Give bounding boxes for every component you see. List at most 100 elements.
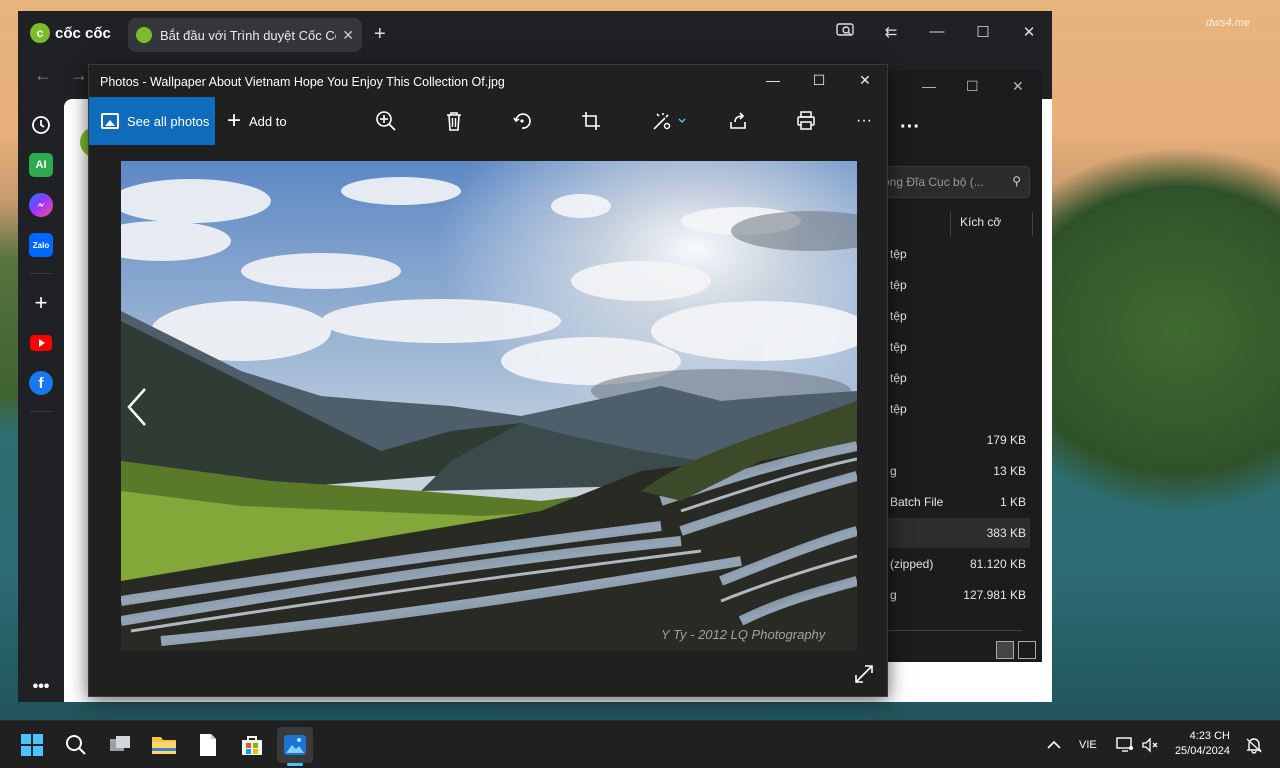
rotate-icon[interactable]	[508, 107, 536, 135]
youtube-icon[interactable]	[29, 331, 53, 355]
explorer-maximize-icon[interactable]: ☐	[966, 78, 979, 95]
details-view-icon[interactable]	[996, 641, 1014, 659]
file-row[interactable]: tệp	[870, 270, 1030, 300]
file-row[interactable]: g 127.981 KB	[870, 580, 1030, 610]
microsoft-store-icon[interactable]	[234, 727, 270, 763]
clock-time: 4:23 CH	[1189, 730, 1230, 742]
coccoc-logo-icon: c	[30, 23, 50, 43]
photos-maximize-icon[interactable]: ☐	[804, 72, 834, 89]
photos-window: Photos - Wallpaper About Vietnam Hope Yo…	[88, 64, 888, 697]
file-row[interactable]: tệp	[870, 301, 1030, 331]
file-type: Batch File	[890, 495, 944, 509]
explorer-more-icon[interactable]: ···	[900, 116, 920, 139]
system-clock[interactable]: 4:23 CH 25/04/2024	[1170, 729, 1230, 759]
explorer-close-icon[interactable]: ✕	[1012, 78, 1024, 95]
active-app-indicator	[287, 763, 303, 766]
explorer-divider	[872, 630, 1022, 631]
facebook-icon[interactable]: f	[29, 371, 53, 395]
share-icon[interactable]	[724, 107, 752, 135]
back-arrow-icon[interactable]: ←	[34, 65, 52, 86]
photos-minimize-icon[interactable]: —	[758, 72, 788, 88]
file-type: (zipped)	[890, 557, 934, 571]
zoom-in-icon[interactable]	[372, 107, 400, 135]
file-size: 383 KB	[986, 526, 1026, 540]
file-row-selected[interactable]: 383 KB	[870, 518, 1030, 548]
file-size: 1 KB	[999, 495, 1026, 509]
browser-tabbar: c cốc cốc Bắt đầu với Trình duyệt Cốc Cố…	[18, 11, 1052, 57]
file-row[interactable]: tệp	[870, 363, 1030, 393]
ai-assistant-icon[interactable]: AI	[29, 153, 53, 177]
sidebar-toggle-icon[interactable]: ⇇	[876, 23, 906, 41]
search-icon[interactable]	[58, 727, 94, 763]
previous-photo-arrow-icon[interactable]	[125, 385, 151, 429]
crop-icon[interactable]	[577, 107, 605, 135]
file-row[interactable]: g 13 KB	[870, 456, 1030, 486]
windows-taskbar: VIE 4:23 CH 25/04/2024	[0, 720, 1280, 768]
file-size: 13 KB	[993, 464, 1026, 478]
photos-close-icon[interactable]: ✕	[850, 72, 880, 89]
column-divider[interactable]	[950, 212, 951, 236]
more-options-icon[interactable]: ···	[850, 107, 878, 135]
notepad-taskbar-icon[interactable]	[190, 727, 226, 763]
file-size: 127.981 KB	[963, 588, 1026, 602]
file-size: 81.120 KB	[969, 557, 1026, 571]
add-sidebar-app-icon[interactable]: +	[29, 290, 53, 315]
file-explorer-taskbar-icon[interactable]	[146, 727, 182, 763]
new-tab-button[interactable]: +	[374, 23, 386, 46]
plus-icon: +	[227, 107, 242, 134]
photos-titlebar[interactable]: Photos - Wallpaper About Vietnam Hope Yo…	[89, 65, 887, 97]
explorer-minimize-icon[interactable]: —	[922, 78, 936, 94]
see-all-photos-label: See all photos	[127, 113, 210, 129]
input-language-indicator[interactable]: VIE	[1079, 739, 1097, 751]
column-divider[interactable]	[1032, 212, 1033, 236]
wallpaper-watermark: dws4.me	[1206, 17, 1251, 29]
photo-viewer-image[interactable]: Y Ty - 2012 LQ Photography	[121, 161, 857, 651]
browser-brand[interactable]: c cốc cốc	[30, 23, 111, 43]
show-hidden-icons-chevron-icon[interactable]	[1036, 727, 1072, 763]
add-to-button[interactable]: + Add to	[227, 97, 287, 145]
minimize-icon[interactable]: —	[922, 23, 952, 40]
search-icon: ⚲	[1012, 174, 1021, 188]
file-row[interactable]: tệp	[870, 332, 1030, 362]
file-row[interactable]: tệp	[870, 394, 1030, 424]
close-icon[interactable]: ✕	[1014, 23, 1044, 41]
sidebar-divider	[30, 273, 52, 274]
file-row[interactable]: tệp	[870, 239, 1030, 269]
landscape-photo	[121, 161, 857, 651]
delete-icon[interactable]	[440, 107, 468, 135]
sidebar-more-icon[interactable]: •••	[29, 675, 53, 699]
size-column-header[interactable]: Kích cỡ	[960, 215, 1001, 229]
notifications-icon[interactable]	[1236, 727, 1272, 763]
fullscreen-expand-icon[interactable]	[853, 663, 875, 685]
file-row[interactable]: (zipped) 81.120 KB	[870, 549, 1030, 579]
volume-muted-icon[interactable]	[1132, 727, 1168, 763]
browser-sidebar: AI Zalo + f •••	[18, 97, 64, 702]
history-icon[interactable]	[29, 113, 53, 137]
tab-close-icon[interactable]: ✕	[342, 27, 354, 44]
file-type: g	[890, 464, 897, 478]
file-type: tệp	[890, 402, 907, 416]
file-type: tệp	[890, 309, 907, 323]
start-menu-icon[interactable]	[14, 727, 50, 763]
print-icon[interactable]	[792, 107, 820, 135]
file-size: 179 KB	[986, 433, 1026, 447]
browser-tab[interactable]: Bắt đầu với Trình duyệt Cốc Cốc ✕	[128, 18, 362, 52]
zalo-icon[interactable]: Zalo	[29, 233, 53, 257]
file-type: tệp	[890, 371, 907, 385]
explorer-search-input[interactable]: rong Đĩa Cục bộ (... ⚲	[872, 166, 1030, 198]
forward-arrow-icon[interactable]: →	[70, 65, 88, 86]
edit-image-icon[interactable]	[648, 107, 694, 135]
maximize-icon[interactable]: ☐	[968, 23, 998, 41]
large-icons-view-icon[interactable]	[1018, 641, 1036, 659]
explorer-search-placeholder: rong Đĩa Cục bộ (...	[879, 175, 984, 189]
gallery-icon	[101, 113, 119, 129]
photos-taskbar-icon[interactable]	[277, 727, 313, 763]
tab-title: Bắt đầu với Trình duyệt Cốc Cốc	[160, 27, 337, 43]
see-all-photos-button[interactable]: See all photos	[89, 97, 215, 145]
search-tabs-icon[interactable]	[830, 23, 860, 41]
task-view-icon[interactable]	[102, 727, 138, 763]
messenger-icon[interactable]	[29, 193, 53, 217]
file-row[interactable]: Batch File 1 KB	[870, 487, 1030, 517]
file-row[interactable]: 179 KB	[870, 425, 1030, 455]
add-to-label: Add to	[249, 113, 287, 129]
